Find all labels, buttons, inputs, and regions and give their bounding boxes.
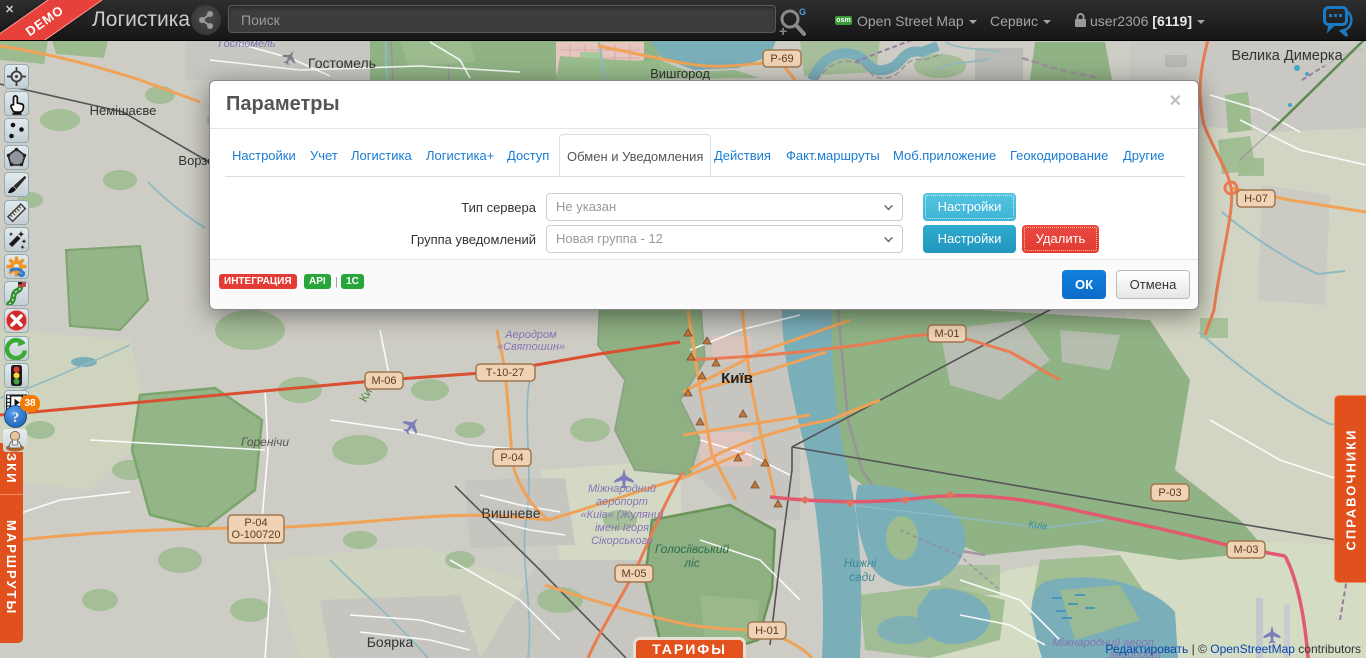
svg-text:Міжнародний: Міжнародний [588,483,656,495]
svg-text:Вишгород: Вишгород [650,66,710,81]
svg-text:Аеродром: Аеродром [504,329,557,341]
svg-text:Т-10-27: Т-10-27 [486,367,525,379]
svg-text:«Київ» (Жуляни): «Київ» (Жуляни) [581,509,664,521]
svg-text:G: G [799,7,806,17]
svg-text:Боярка: Боярка [367,634,414,650]
svg-text:?: ? [12,410,20,426]
svg-text:М-05: М-05 [621,568,646,580]
svg-text:+: + [779,23,787,38]
svg-text:сади: сади [849,570,875,584]
svg-text:аеропорт: аеропорт [596,496,648,508]
svg-text:Велика Димерка: Велика Димерка [1231,48,1343,64]
svg-text:Сікорського: Сікорського [591,535,653,547]
svg-text:Р-03: Р-03 [1158,487,1181,499]
svg-text:імені Ігоря: імені Ігоря [595,522,649,534]
svg-text:М-03: М-03 [1233,544,1258,556]
svg-text:Гостомель: Гостомель [308,55,376,71]
svg-text:«Святошин»: «Святошин» [497,341,565,353]
svg-text:О-100720: О-100720 [232,529,281,541]
svg-text:Київ: Київ [721,370,753,387]
svg-text:М-06: М-06 [371,375,396,387]
svg-text:Голосіївський: Голосіївський [655,542,730,556]
svg-text:М-01: М-01 [934,328,959,340]
svg-text:Р-69: Р-69 [770,53,793,65]
svg-text:Р-04: Р-04 [500,452,523,464]
svg-text:Н-01: Н-01 [755,625,779,637]
svg-text:Горенічи: Горенічи [241,435,289,449]
svg-text:Вишневе: Вишневе [482,505,541,521]
svg-text:Нижні: Нижні [844,556,877,570]
svg-text:Н-07: Н-07 [1244,193,1268,205]
svg-text:Немішаєве: Немішаєве [90,103,157,118]
svg-text:ліс: ліс [683,556,699,570]
svg-text:Р-04: Р-04 [244,517,267,529]
